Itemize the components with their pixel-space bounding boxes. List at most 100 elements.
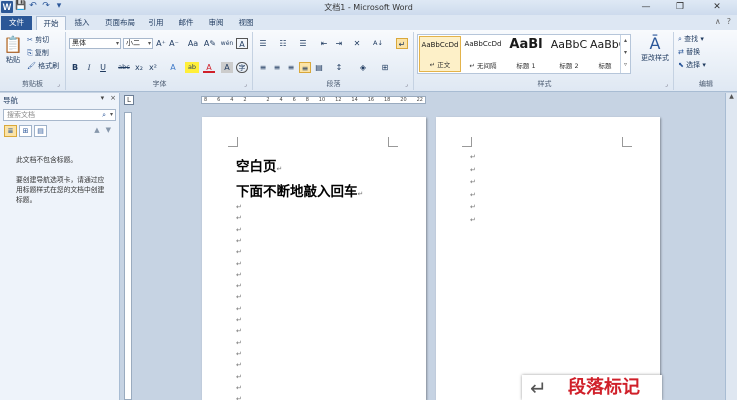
style-heading1[interactable]: AaBl 标题 1 xyxy=(505,36,547,72)
cursor-icon: ⬉ xyxy=(678,61,684,69)
subscript-button[interactable]: x₂ xyxy=(133,62,145,73)
tab-review[interactable]: 审阅 xyxy=(204,16,228,30)
char-shading-button[interactable]: A xyxy=(221,62,233,73)
font-name-select[interactable]: 黑体 ▾ xyxy=(69,38,121,49)
decrease-indent-button[interactable]: ⇤ xyxy=(318,38,330,49)
next-arrow-icon[interactable]: ▼ xyxy=(106,126,111,134)
page1-heading-line[interactable]: 下面不断地敲入回车↵ xyxy=(236,180,363,200)
justify-button[interactable]: ≡ xyxy=(299,62,311,73)
margin-corner xyxy=(388,137,398,147)
style-title[interactable]: AaBbC 标题 xyxy=(590,36,620,72)
cut-button[interactable]: ✂ 剪切 xyxy=(27,36,49,45)
tab-insert[interactable]: 插入 xyxy=(70,16,94,30)
clipboard-launcher-icon[interactable]: ⌟ xyxy=(57,82,63,88)
shrink-font-button[interactable]: A⁻ xyxy=(168,38,180,49)
change-case-button[interactable]: Aa xyxy=(185,38,201,49)
style-no-spacing[interactable]: AaBbCcDd ↵ 无间隔 xyxy=(462,36,504,72)
chevron-down-icon[interactable]: ▾ xyxy=(110,110,113,120)
show-marks-button[interactable]: ↵ xyxy=(396,38,408,49)
page1-title-line[interactable]: 空白页↵ xyxy=(236,155,282,175)
change-styles-label: 更改样式 xyxy=(641,54,669,62)
shading-button[interactable]: ◈ xyxy=(357,62,369,73)
style-normal[interactable]: AaBbCcDd ↵ 正文 xyxy=(419,36,461,72)
distributed-button[interactable]: ▤ xyxy=(313,62,325,73)
paragraph-mark: ↵ xyxy=(236,236,242,245)
vertical-scrollbar[interactable]: ▲ xyxy=(725,93,737,400)
tab-file[interactable]: 文件 xyxy=(1,16,32,30)
tab-headings-view[interactable]: ≣ xyxy=(4,125,17,137)
char-border-button[interactable]: A xyxy=(236,38,248,49)
select-label: 选择 xyxy=(686,61,701,69)
nav-search-input[interactable]: 搜索文档 ⌕ ▾ xyxy=(3,109,116,121)
scroll-up-icon[interactable]: ▲ xyxy=(726,93,737,100)
paragraph-mark-callout: ↵ 段落标记 xyxy=(522,375,662,400)
find-button[interactable]: ⌕ 查找 ▾ xyxy=(678,35,704,44)
minimize-button[interactable]: — xyxy=(629,0,663,15)
nav-search-placeholder: 搜索文档 xyxy=(7,111,35,119)
format-painter-button[interactable]: 🖌 格式刷 xyxy=(27,62,59,71)
tab-pages-view[interactable]: ⊞ xyxy=(19,125,32,137)
nav-menu-icon[interactable]: ▾ xyxy=(101,94,105,102)
horizontal-ruler[interactable]: 8 6 4 2 2 4 6 8 10 12 14 16 18 20 22 xyxy=(201,96,426,104)
tab-view[interactable]: 视图 xyxy=(234,16,258,30)
help-icon[interactable]: ? xyxy=(727,17,731,26)
tab-page-layout[interactable]: 页面布局 xyxy=(100,16,140,30)
tab-selector-button[interactable]: L xyxy=(124,95,134,105)
bullets-button[interactable]: ☰ xyxy=(257,38,269,49)
style-heading2[interactable]: AaBbC 标题 2 xyxy=(548,36,590,72)
tab-references[interactable]: 引用 xyxy=(144,16,168,30)
select-button[interactable]: ⬉ 选择 ▾ xyxy=(678,61,706,70)
font-launcher-icon[interactable]: ⌟ xyxy=(244,82,250,88)
clipboard-group: 📋 粘贴 ✂ 剪切 ⎘ 复制 🖌 格式刷 剪贴板 ⌟ xyxy=(0,32,66,90)
nav-close-icon[interactable]: × xyxy=(110,94,116,102)
clear-format-button[interactable]: A✎ xyxy=(203,38,217,49)
align-left-button[interactable]: ≡ xyxy=(257,62,269,73)
sort-button[interactable]: A↓ xyxy=(371,38,385,49)
styles-launcher-icon[interactable]: ⌟ xyxy=(665,82,671,88)
align-right-button[interactable]: ≡ xyxy=(285,62,297,73)
search-icon[interactable]: ⌕ xyxy=(102,110,106,120)
tab-home[interactable]: 开始 xyxy=(36,16,66,30)
document-area[interactable]: 空白页↵ 下面不断地敲入回车↵ ↵ ↵ ↵ ↵ ↵ ↵ ↵ ↵ ↵ ↵ ↵ ↵ ↵ ↵ ↵ ↵ ↵ ↵ ↵ ↵ ↵ ↵ ↵… xyxy=(134,107,724,400)
tab-results-view[interactable]: ▤ xyxy=(34,125,47,137)
replace-button[interactable]: ⇄ 替换 xyxy=(678,48,700,57)
line-spacing-button[interactable]: ↕ xyxy=(333,62,345,73)
vertical-ruler[interactable] xyxy=(124,112,132,400)
strikethrough-button[interactable]: abc xyxy=(117,62,131,73)
close-button[interactable]: ✕ xyxy=(697,0,737,15)
styles-scroll[interactable]: ▴ ▾ ▿ xyxy=(620,35,630,73)
paste-button[interactable]: 📋 粘贴 xyxy=(2,34,24,65)
collapse-ribbon-icon[interactable]: ∧ xyxy=(715,17,721,26)
page-1[interactable]: 空白页↵ 下面不断地敲入回车↵ ↵↵↵↵↵↵↵↵↵↵↵↵↵↵↵↵↵↵↵ xyxy=(202,117,426,400)
chevron-down-icon: ▾ xyxy=(147,40,151,47)
italic-button[interactable]: I xyxy=(83,62,95,73)
numbering-button[interactable]: ☷ xyxy=(277,38,289,49)
multilevel-list-button[interactable]: ☰ xyxy=(297,38,309,49)
highlight-button[interactable]: ab xyxy=(185,62,199,73)
center-button[interactable]: ≡ xyxy=(271,62,283,73)
paragraph-mark: ↵ xyxy=(236,338,242,347)
bold-button[interactable]: B xyxy=(69,62,81,73)
text-effects-button[interactable]: A xyxy=(167,62,179,73)
page-2[interactable]: ↵ ↵ ↵ ↵ ↵ ↵ xyxy=(436,117,660,400)
borders-button[interactable]: ⊞ xyxy=(379,62,391,73)
ribbon-tabs: 文件 开始 插入 页面布局 引用 邮件 审阅 视图 ∧ ? xyxy=(0,15,737,30)
font-color-button[interactable]: A xyxy=(203,62,215,73)
chinese-layout-button[interactable]: ✕ xyxy=(351,38,363,49)
grow-font-button[interactable]: A⁺ xyxy=(155,38,167,49)
paragraph-mark: ↵ xyxy=(470,190,476,199)
enclose-char-button[interactable]: 字 xyxy=(236,62,248,73)
copy-button[interactable]: ⎘ 复制 xyxy=(27,49,49,58)
paragraph-launcher-icon[interactable]: ⌟ xyxy=(405,82,411,88)
change-styles-button[interactable]: Ā 更改样式 xyxy=(638,34,672,63)
previous-arrow-icon[interactable]: ▲ xyxy=(94,126,99,134)
phonetic-guide-button[interactable]: wén xyxy=(219,38,235,49)
maximize-button[interactable]: ❐ xyxy=(663,0,697,15)
tab-mailings[interactable]: 邮件 xyxy=(174,16,198,30)
underline-button[interactable]: U xyxy=(97,62,109,73)
font-size-select[interactable]: 小二 ▾ xyxy=(123,38,153,49)
increase-indent-button[interactable]: ⇥ xyxy=(333,38,345,49)
ribbon: 📋 粘贴 ✂ 剪切 ⎘ 复制 🖌 格式刷 剪贴板 ⌟ 黑体 ▾ 小二 ▾ A⁺ A⁻… xyxy=(0,30,737,92)
superscript-button[interactable]: x² xyxy=(147,62,159,73)
style-name: ↵ 正文 xyxy=(429,61,451,69)
